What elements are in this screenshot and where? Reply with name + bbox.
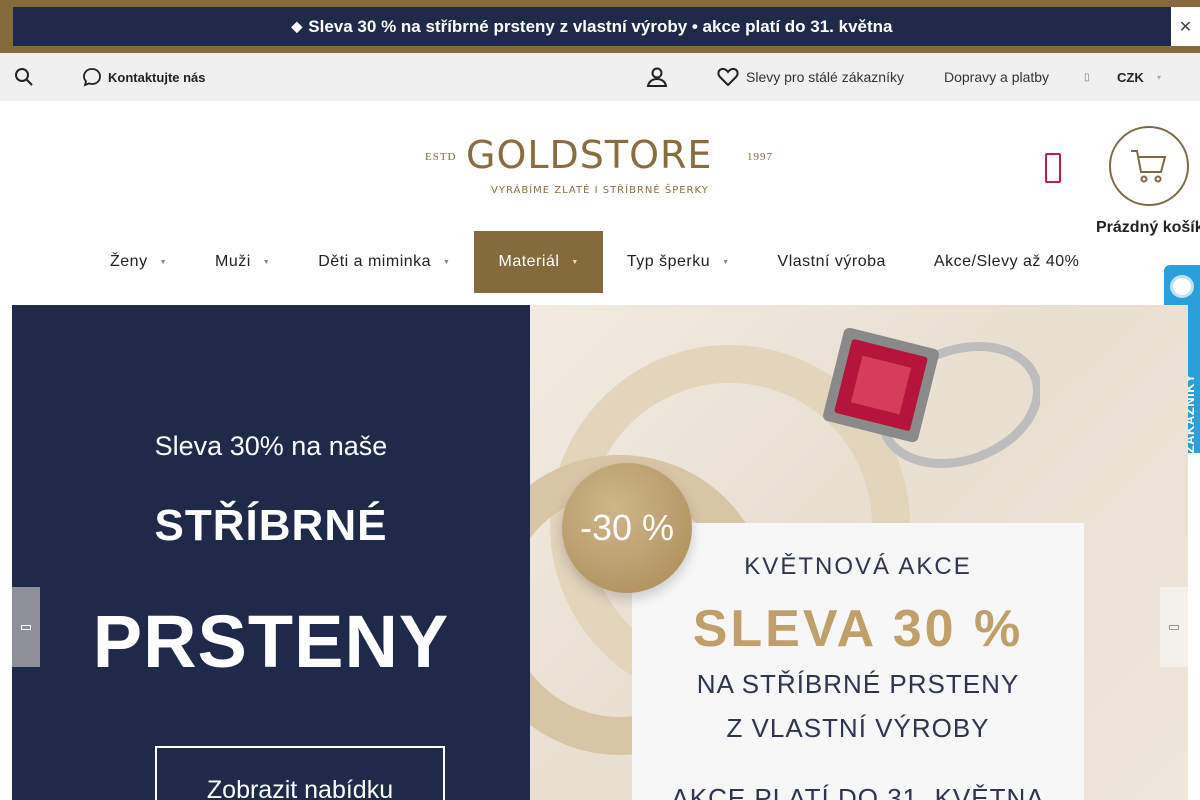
main-nav: Ženy ▼ Muži ▼ Děti a miminka ▼ Materiál ▼ Ty… xyxy=(86,231,1103,293)
promo-headline: SLEVA 30 % xyxy=(692,600,1024,658)
announcement-text: Sleva 30 % na stříbrné prsteny z vlastní… xyxy=(308,16,893,36)
utility-bar: Kontaktujte nás Slevy pro stálé zákazník… xyxy=(0,53,1200,101)
contact-label: Kontaktujte nás xyxy=(108,69,206,85)
nav-item-material[interactable]: Materiál ▼ xyxy=(474,231,603,293)
chevron-down-icon: ▼ xyxy=(262,258,271,266)
chevron-left-icon xyxy=(21,624,31,630)
site-logo[interactable]: ESTD GOLDSTORE 1997 VYRÁBÍME ZLATÉ I STŘ… xyxy=(424,132,776,204)
cart-icon xyxy=(1131,150,1167,183)
shipping-link[interactable]: Dopravy a platby xyxy=(944,53,1049,101)
nav-item-label: Muži xyxy=(215,253,251,270)
wishlist-icon[interactable] xyxy=(1045,153,1061,183)
discount-badge: -30 % xyxy=(562,463,692,593)
promo-line-3: AKCE PLATÍ DO 31. KVĚTNA xyxy=(671,783,1045,800)
hero-banner[interactable]: Sleva 30% na naše STŘÍBRNÉ PRSTENY Zobra… xyxy=(12,305,1188,800)
chevron-down-icon: ▼ xyxy=(571,258,579,266)
cart-button[interactable] xyxy=(1109,126,1189,206)
nav-item-deti[interactable]: Děti a miminka ▼ xyxy=(294,231,474,293)
nav-item-zeny[interactable]: Ženy ▼ xyxy=(86,231,191,293)
chevron-down-icon: ▼ xyxy=(159,258,168,266)
chevron-down-icon: ▼ xyxy=(722,258,730,266)
promo-card: KVĚTNOVÁ AKCE SLEVA 30 % NA STŘÍBRNÉ PRS… xyxy=(632,523,1084,800)
carousel-prev-button[interactable] xyxy=(12,587,40,667)
search-icon xyxy=(15,68,33,86)
contact-link[interactable]: Kontaktujte nás xyxy=(82,53,206,101)
banner-subtitle: Sleva 30% na naše xyxy=(154,431,388,461)
ring-image xyxy=(823,327,1040,468)
logo-tagline: VYRÁBÍME ZLATÉ I STŘÍBRNÉ ŠPERKY xyxy=(491,185,709,196)
currency-label: CZK xyxy=(1117,69,1144,85)
banner-headline-2: PRSTENY xyxy=(92,600,450,683)
nav-item-muzi[interactable]: Muži ▼ xyxy=(191,231,294,293)
promo-kicker: KVĚTNOVÁ AKCE xyxy=(744,553,972,580)
chevron-down-icon[interactable]: ▾ xyxy=(1157,53,1161,101)
search-button[interactable] xyxy=(14,53,34,101)
nav-item-label: Materiál xyxy=(498,253,560,270)
nav-item-label: Vlastní výroba xyxy=(777,253,886,270)
tag-icon: ◆ xyxy=(291,18,303,34)
close-icon: ✕ xyxy=(1178,18,1193,36)
promo-line-2: Z VLASTNÍ VÝROBY xyxy=(726,713,990,743)
heart-icon xyxy=(717,67,739,87)
chevron-right-icon xyxy=(1169,624,1179,630)
promo-line-1: NA STŘÍBRNÉ PRSTENY xyxy=(696,669,1020,699)
nav-item-typ-sperku[interactable]: Typ šperku ▼ xyxy=(603,231,754,293)
nav-item-akce[interactable]: Akce/Slevy až 40% xyxy=(910,231,1103,293)
user-icon xyxy=(646,67,668,87)
currency-selector[interactable]: CZK xyxy=(1117,53,1144,101)
banner-text-panel: Sleva 30% na naše STŘÍBRNÉ PRSTENY Zobra… xyxy=(12,305,530,800)
cart-label[interactable]: Prázdný košík xyxy=(1096,219,1200,237)
nav-item-label: Typ šperku xyxy=(626,253,711,270)
account-button[interactable] xyxy=(646,53,668,101)
nav-item-vlastni-vyroba[interactable]: Vlastní výroba xyxy=(754,231,910,293)
nav-item-label: Akce/Slevy až 40% xyxy=(933,253,1080,270)
logo-estd: ESTD xyxy=(425,151,457,163)
announcement-banner[interactable]: ◆ Sleva 30 % na stříbrné prsteny z vlast… xyxy=(13,7,1171,46)
logo-name: GOLDSTORE xyxy=(466,133,713,177)
loyalty-link[interactable]: Slevy pro stálé zákazníky xyxy=(717,53,904,101)
loyalty-label: Slevy pro stálé zákazníky xyxy=(746,69,904,85)
banner-headline-1: STŘÍBRNÉ xyxy=(154,501,388,550)
nav-item-label: Ženy xyxy=(110,253,148,270)
shipping-label: Dopravy a platby xyxy=(944,69,1050,85)
show-offer-button[interactable]: Zobrazit nabídku xyxy=(155,746,445,800)
chat-bubble-icon xyxy=(83,68,101,87)
nav-item-label: Děti a miminka xyxy=(318,253,432,270)
carousel-next-button[interactable] xyxy=(1160,587,1188,667)
announcement-bar: ◆ Sleva 30 % na stříbrné prsteny z vlast… xyxy=(0,0,1200,53)
seal-icon xyxy=(1170,275,1194,298)
banner-image: KVĚTNOVÁ AKCE SLEVA 30 % NA STŘÍBRNÉ PRS… xyxy=(530,305,1188,800)
flag-icon[interactable]: ▯ xyxy=(1084,53,1090,101)
chevron-down-icon: ▼ xyxy=(443,258,451,266)
close-announcement-button[interactable]: ✕ xyxy=(1171,7,1200,46)
logo-year: 1997 xyxy=(747,151,773,163)
